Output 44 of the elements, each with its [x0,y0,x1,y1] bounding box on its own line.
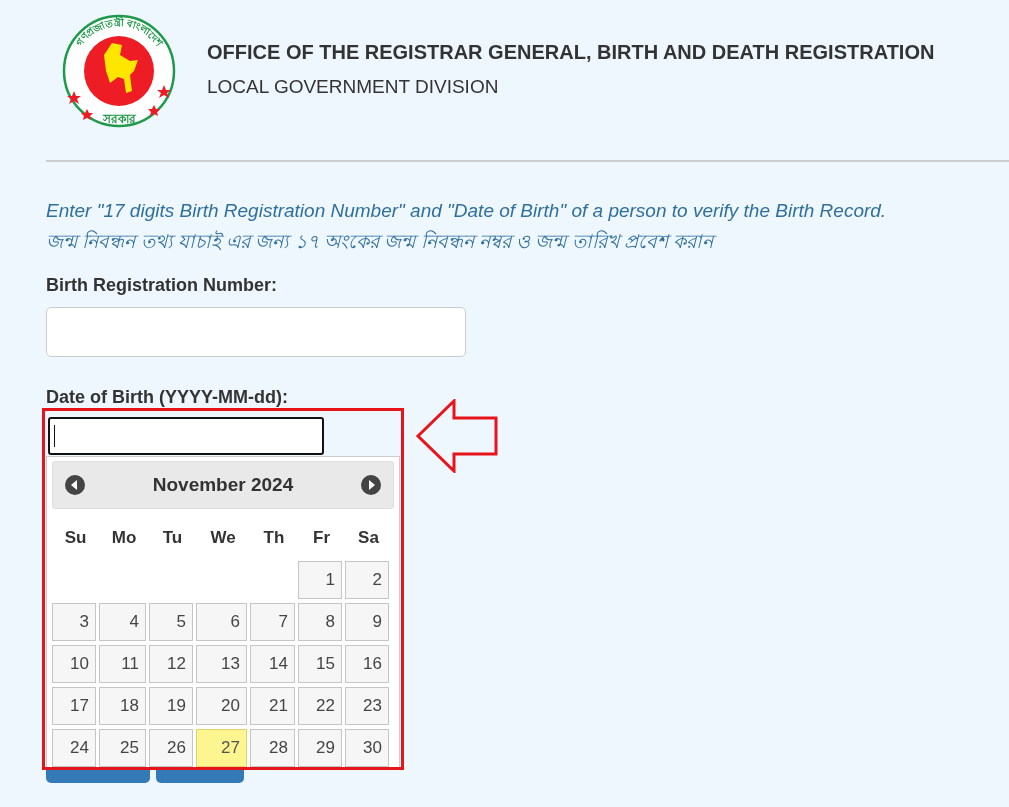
day-cell[interactable]: 27 [196,729,247,767]
day-cell[interactable]: 3 [52,603,96,641]
weekday-header: Mo [110,527,138,549]
field-label: Date of Birth (YYYY-MM-dd): [46,386,289,409]
weekday-header: We [209,527,237,549]
day-cell[interactable]: 18 [99,687,146,725]
day-cell[interactable]: 17 [52,687,96,725]
day-cell[interactable]: 6 [196,603,247,641]
instruction-text: জন্ম নিবন্ধন তথ্য যাচাই এর জন্য ১৭ অংকের জন্ম নিবন্ধন নম্বর ও জন্ম তারিখ প্রবেশ করান [46,227,1009,256]
day-cell[interactable]: 5 [149,603,193,641]
day-cell[interactable]: 19 [149,687,193,725]
weekday-header: Fr [312,527,331,549]
division-subtitle: LOCAL GOVERNMENT DIVISION [207,74,500,99]
day-cell[interactable]: 21 [250,687,295,725]
day-cell[interactable]: 28 [250,729,295,767]
day-cell[interactable]: 7 [250,603,295,641]
day-cell[interactable]: 13 [196,645,247,683]
day-cell[interactable]: 23 [345,687,389,725]
weekday-header: Tu [161,527,184,549]
day-cell[interactable]: 20 [196,687,247,725]
day-cell[interactable]: 15 [298,645,342,683]
weekday-header: Su [63,527,88,549]
month-year-title: November 2024 [152,472,294,497]
instruction-text: Enter "17 digits Birth Registration Number" and "Date of Birth" of a person to verify the Birth Record. [46,199,888,223]
day-cell[interactable]: 24 [52,729,96,767]
day-cell[interactable]: 10 [52,645,96,683]
day-cell[interactable]: 26 [149,729,193,767]
day-cell[interactable]: 8 [298,603,342,641]
weekday-header: Sa [357,527,380,549]
day-cell[interactable]: 16 [345,645,389,683]
day-cell[interactable]: 25 [99,729,146,767]
day-cell[interactable]: 12 [149,645,193,683]
day-cell[interactable]: 29 [298,729,342,767]
weekday-header: Th [262,527,286,549]
day-cell[interactable]: 30 [345,729,389,767]
day-cell[interactable]: 4 [99,603,146,641]
day-cell[interactable]: 22 [298,687,342,725]
day-cell[interactable]: 9 [345,603,389,641]
day-cell[interactable]: 11 [99,645,146,683]
office-title: OFFICE OF THE REGISTRAR GENERAL, BIRTH AND DEATH REGISTRATION [207,39,935,65]
day-cell[interactable]: 14 [250,645,295,683]
day-cell[interactable]: 2 [345,561,389,599]
field-label: Birth Registration Number: [46,274,278,297]
day-cell[interactable]: 1 [298,561,342,599]
